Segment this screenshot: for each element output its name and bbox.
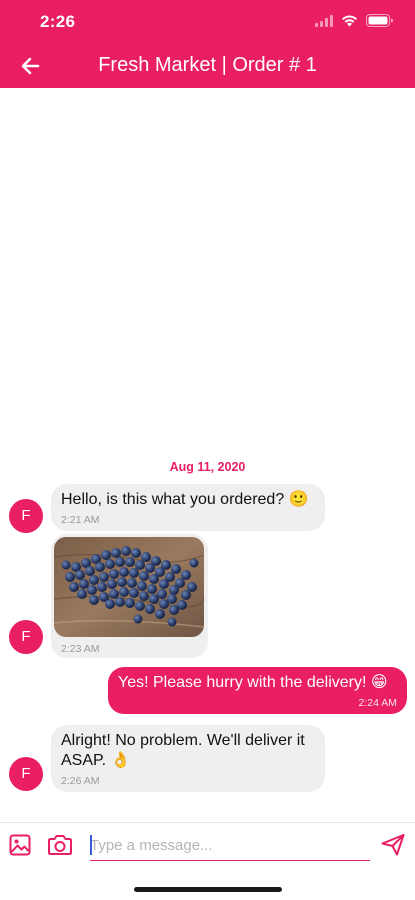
message-input[interactable] bbox=[90, 831, 370, 861]
message-text: Alright! No problem. We'll deliver it AS… bbox=[61, 732, 305, 769]
app-header: 2:26 Fresh Market | Order # 1 bbox=[0, 0, 415, 88]
chat-area[interactable]: Aug 11, 2020 F Hello, is this what you o… bbox=[0, 88, 415, 822]
nav-bar: Fresh Market | Order # 1 bbox=[0, 44, 415, 88]
image-icon bbox=[9, 834, 31, 856]
message-composer bbox=[0, 822, 415, 900]
signal-icon bbox=[315, 14, 333, 27]
message-bubble-image[interactable]: 2:23 AM bbox=[51, 534, 208, 658]
avatar: F bbox=[9, 757, 43, 791]
date-separator: Aug 11, 2020 bbox=[169, 460, 246, 474]
home-indicator[interactable] bbox=[134, 887, 282, 892]
message-bubble[interactable]: Hello, is this what you ordered? 🙂 2:21 … bbox=[51, 484, 325, 531]
send-button[interactable] bbox=[380, 833, 406, 862]
back-button[interactable] bbox=[16, 52, 46, 80]
message-time: 2:24 AM bbox=[358, 697, 397, 709]
wifi-icon bbox=[342, 15, 357, 26]
message-text: Hello, is this what you ordered? 🙂 bbox=[61, 491, 309, 508]
message-time: 2:23 AM bbox=[61, 643, 100, 655]
status-bar: 2:26 bbox=[0, 0, 415, 44]
page-title: Fresh Market | Order # 1 bbox=[98, 54, 317, 76]
battery-icon bbox=[366, 14, 393, 27]
blueberries-photo[interactable] bbox=[54, 537, 204, 637]
message-time: 2:21 AM bbox=[61, 514, 100, 526]
camera-button[interactable] bbox=[46, 833, 74, 862]
message-time: 2:26 AM bbox=[61, 775, 100, 787]
text-cursor bbox=[90, 835, 92, 855]
message-bubble-outgoing[interactable]: Yes! Please hurry with the delivery! 😁 2… bbox=[108, 667, 407, 714]
avatar: F bbox=[9, 499, 43, 533]
arrow-left-icon bbox=[21, 57, 40, 75]
status-time: 2:26 bbox=[40, 12, 76, 31]
send-icon bbox=[381, 834, 405, 856]
message-text: Yes! Please hurry with the delivery! 😁 bbox=[118, 674, 388, 691]
message-bubble[interactable]: Alright! No problem. We'll deliver it AS… bbox=[51, 725, 325, 792]
status-icons bbox=[315, 14, 393, 27]
gallery-button[interactable] bbox=[8, 833, 32, 862]
camera-icon bbox=[48, 835, 72, 855]
avatar: F bbox=[9, 620, 43, 654]
